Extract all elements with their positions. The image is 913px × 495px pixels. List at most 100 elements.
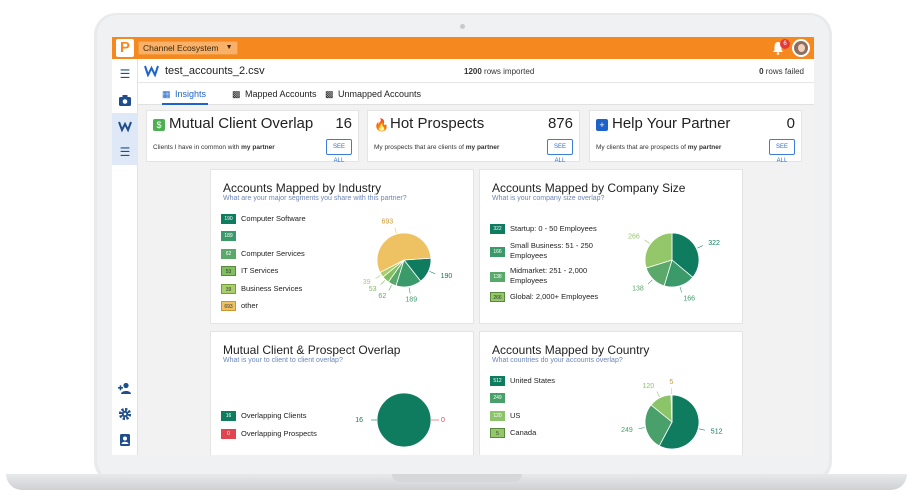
stat-desc-bold: my partner — [241, 144, 275, 151]
tab-mapped-accounts-label: Mapped Accounts — [245, 89, 317, 99]
rows-failed-text: rows failed — [765, 67, 804, 76]
stat-card-hot-prospects: 🔥 Hot Prospects 876 My prospects that ar… — [367, 110, 580, 164]
file-name: test_accounts_2.csv — [165, 65, 265, 77]
top-bar: P Channel Ecosystem ▼ 6 — [112, 37, 814, 59]
rows-failed: 0 rows failed — [759, 67, 804, 76]
pie-data-label: 39 — [363, 279, 371, 286]
pie-data-label: 249 — [621, 427, 633, 434]
pie-data-label: 138 — [632, 285, 644, 292]
partner-logo-icon — [144, 65, 159, 77]
stat-desc-bold: my partner — [687, 144, 722, 151]
rows-imported-text: rows imported — [484, 67, 535, 76]
list-icon[interactable]: ☰ — [118, 145, 132, 159]
pie-leader-line — [644, 239, 650, 244]
ecosystem-select[interactable]: Channel Ecosystem ▼ — [138, 41, 238, 55]
rows-failed-count: 0 — [759, 67, 764, 76]
dollar-icon: $ — [153, 119, 165, 131]
avatar-face — [798, 44, 805, 52]
pie-data-label: 53 — [369, 286, 377, 293]
see-all-button[interactable]: SEE ALL — [769, 139, 795, 164]
pie-leader-line — [408, 287, 411, 294]
pie-data-label: 512 — [711, 429, 723, 436]
pie-data-label: 322 — [708, 240, 720, 247]
stat-value: 16 — [335, 115, 352, 132]
tab-insights[interactable]: ▦ Insights — [162, 83, 208, 105]
partner-logo-icon[interactable] — [118, 119, 132, 133]
stat-description: My prospects that are clients of my part… — [374, 144, 499, 151]
pie-leader-line — [380, 280, 386, 285]
pie-data-label: 120 — [643, 383, 655, 390]
pie-leader-line — [429, 271, 436, 275]
chart-icon: ▦ — [162, 89, 171, 99]
pie-data-label: 5 — [669, 379, 673, 386]
see-all-button[interactable]: SEE ALL — [547, 139, 573, 164]
pie-leader-line — [394, 227, 397, 234]
chevron-down-icon: ▼ — [225, 44, 233, 51]
stat-description: My clients that are prospects of my part… — [596, 144, 721, 151]
stat-title: Help Your Partner — [612, 115, 731, 132]
pie-data-label: 266 — [628, 233, 640, 240]
ecosystem-select-label: Channel Ecosystem — [143, 43, 219, 53]
panel-company-size: Accounts Mapped by Company Size What is … — [479, 169, 743, 324]
tab-insights-label: Insights — [175, 89, 207, 99]
stat-desc-bold: my partner — [465, 144, 500, 151]
stat-value: 0 — [786, 115, 795, 132]
tab-bar: ▦ Insights ▩ Mapped Accounts ▩ Unmapped Acc… — [138, 83, 814, 105]
pie-leader-line — [697, 245, 703, 249]
pie-data-label: 190 — [441, 273, 453, 280]
pie-leader-line — [375, 275, 381, 279]
menu-icon[interactable]: ☰ — [118, 67, 132, 81]
panel-client-prospect-overlap: Mutual Client & Prospect Overlap What is… — [210, 331, 474, 455]
rows-imported-count: 1200 — [464, 67, 482, 76]
see-all-button[interactable]: SEE ALL — [326, 139, 352, 164]
flame-icon: 🔥 — [374, 118, 389, 132]
plus-square-icon: + — [596, 119, 608, 131]
stat-desc-prefix: My prospects that are clients of — [374, 144, 466, 151]
pie-data-label: 166 — [683, 295, 695, 302]
pie-slice[interactable] — [376, 392, 432, 448]
tab-unmapped-accounts[interactable]: ▩ Unmapped Accounts — [325, 83, 421, 105]
stat-title: Hot Prospects — [390, 115, 485, 132]
camera — [460, 24, 465, 29]
clipboard-x-icon: ▩ — [325, 89, 334, 99]
pie-data-label: 16 — [355, 417, 363, 424]
pie-data-label: 189 — [405, 296, 417, 303]
app-logo[interactable]: P — [116, 39, 134, 57]
file-header: test_accounts_2.csv 1200 rows imported 0… — [138, 59, 814, 83]
tab-mapped-accounts[interactable]: ▩ Mapped Accounts — [232, 83, 317, 105]
pie-data-label: 693 — [381, 219, 393, 226]
left-rail: ☰ ☰ — [112, 59, 138, 455]
tab-unmapped-accounts-label: Unmapped Accounts — [338, 89, 422, 99]
stat-card-help-your-partner: + Help Your Partner 0 My clients that ar… — [589, 110, 802, 164]
user-avatar[interactable] — [792, 39, 810, 57]
pie-leader-line — [656, 391, 660, 398]
pie-leader-line — [638, 427, 645, 430]
stat-title: Mutual Client Overlap — [169, 115, 314, 132]
notification-badge: 6 — [780, 39, 790, 49]
pie-leader-line — [699, 428, 706, 431]
pie-leader-line — [647, 279, 653, 285]
stat-card-mutual-client-overlap: $ Mutual Client Overlap 16 Clients I hav… — [146, 110, 359, 164]
pie-leader-line — [388, 284, 392, 291]
add-user-icon[interactable] — [118, 381, 132, 395]
stat-desc-prefix: Clients I have in common with — [153, 144, 242, 151]
app-screen: P Channel Ecosystem ▼ 6 ☰ ☰ test_account… — [112, 37, 814, 455]
rows-imported: 1200 rows imported — [464, 67, 534, 76]
company-size-pie-chart: 322 166 138 266 — [628, 232, 720, 302]
stat-value: 876 — [547, 115, 573, 132]
panel-country: Accounts Mapped by Country What countrie… — [479, 331, 743, 455]
stat-description: Clients I have in common with my partner — [153, 144, 275, 151]
pie-data-label: 62 — [378, 293, 386, 300]
camera-icon[interactable] — [118, 93, 132, 107]
contact-card-icon[interactable] — [118, 433, 132, 447]
gear-icon[interactable] — [118, 407, 132, 421]
clipboard-check-icon: ▩ — [232, 89, 241, 99]
laptop-notch — [392, 474, 522, 482]
stat-desc-prefix: My clients that are prospects of — [596, 144, 688, 151]
pie-data-label: 0 — [441, 417, 445, 424]
panel-industry: Accounts Mapped by Industry What are you… — [210, 169, 474, 324]
pie-leader-line — [679, 286, 682, 293]
country-pie-chart: 512 249 120 5 — [621, 379, 723, 450]
industry-pie-chart: 190 189 625339 693 — [363, 219, 453, 304]
overlap-pie-chart: 16 0 — [355, 392, 445, 448]
